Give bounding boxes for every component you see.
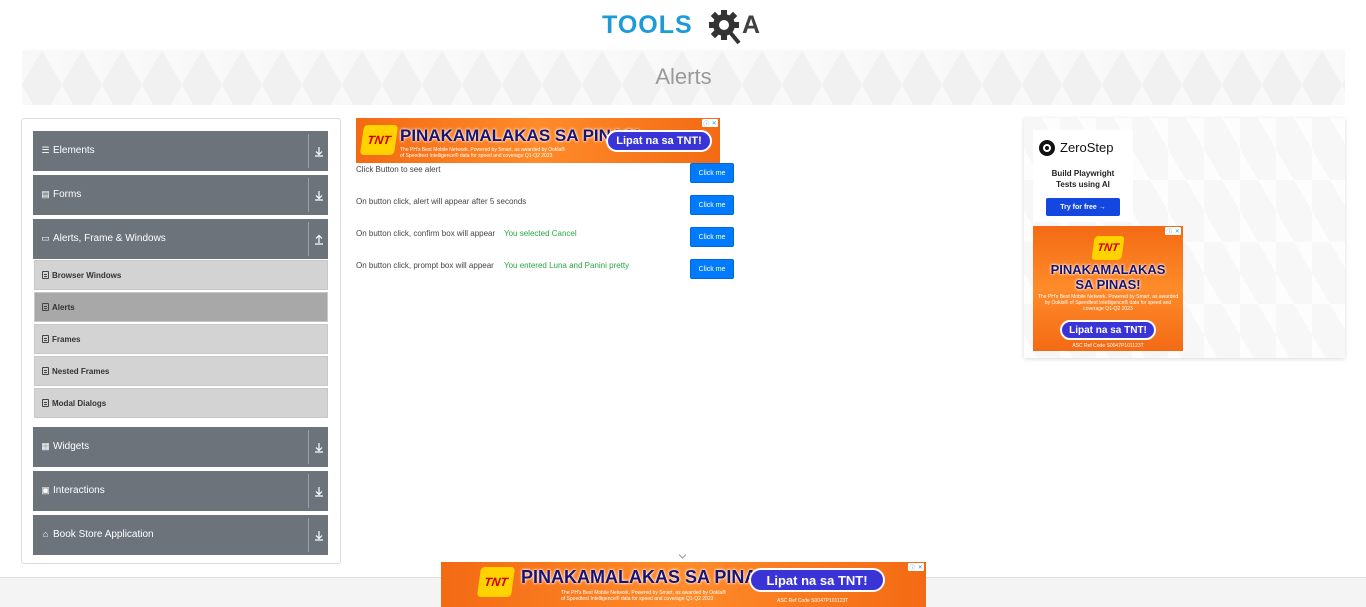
tnt-ad-bottom[interactable]: TNT PINAKAMALAKAS SA PINAS! Lipat na sa … — [441, 562, 926, 607]
ad-close-icon[interactable]: ⓘ ✕ — [908, 563, 924, 572]
sidebar-group-book-store-application[interactable]: ⌂ Book Store Application — [33, 515, 328, 555]
tnt-ad-cta-button[interactable]: Lipat na sa TNT! — [749, 568, 885, 592]
expand-arrow-icon[interactable] — [313, 484, 325, 498]
sidebar-item-nested-frames[interactable]: Nested Frames — [34, 356, 328, 386]
zerostep-tagline: Build Playwright Tests using AI — [1051, 169, 1115, 189]
alert-row-label-1: Click Button to see alert — [356, 165, 441, 174]
collapse-arrow-icon[interactable] — [313, 232, 325, 246]
sidebar: ☰ Elements ▤ Forms ▭ Alerts, Frame & Win… — [21, 118, 341, 564]
chevron-down-icon[interactable] — [678, 553, 687, 560]
tnt-ad-cta-button[interactable]: Lipat na sa TNT! — [1060, 320, 1156, 340]
alert-row-label-3: On button click, confirm box will appear — [356, 229, 496, 238]
sidebar-group-label: Alerts, Frame & Windows — [53, 233, 166, 244]
expand-arrow-icon[interactable] — [313, 528, 325, 542]
sidebar-item-browser-windows[interactable]: Browser Windows — [34, 260, 328, 290]
tnt-logo: TNT — [359, 125, 399, 155]
prompt-result: You entered Luna and Panini pretty — [504, 261, 630, 270]
list-icon — [42, 303, 49, 311]
zerostep-cta-button[interactable]: Try for free → — [1046, 198, 1120, 216]
page-banner: Alerts — [22, 50, 1345, 105]
list-icon — [42, 271, 49, 279]
sidebar-item-frames[interactable]: Frames — [34, 324, 328, 354]
expand-arrow-icon[interactable] — [313, 188, 325, 202]
alert-button[interactable]: Click me — [690, 163, 734, 183]
confirm-button[interactable]: Click me — [690, 227, 734, 247]
divider — [308, 178, 309, 212]
alert-row-label-2: On button click, alert will appear after… — [356, 197, 527, 206]
sidebar-item-label: Modal Dialogs — [52, 399, 107, 408]
sidebar-group-label: Forms — [53, 189, 82, 200]
widgets-icon: ▦ — [41, 440, 50, 451]
toolsqa-logo[interactable]: TOOLS A — [602, 8, 767, 46]
timer-alert-button[interactable]: Click me — [690, 195, 734, 215]
tnt-ad-headline-line2: SA PINAS! — [1075, 277, 1141, 292]
list-icon — [42, 399, 49, 407]
expand-arrow-icon[interactable] — [313, 440, 325, 454]
gear-icon — [709, 10, 741, 45]
expand-arrow-icon[interactable] — [313, 144, 325, 158]
ad-close-icon[interactable]: ⓘ ✕ — [702, 119, 718, 128]
tnt-logo: TNT — [476, 567, 516, 597]
zerostep-name: ZeroStep — [1060, 140, 1114, 155]
menu-icon: ☰ — [41, 144, 50, 155]
divider — [308, 222, 309, 256]
sidebar-group-widgets[interactable]: ▦ Widgets — [33, 427, 328, 467]
sidebar-item-modal-dialogs[interactable]: Modal Dialogs — [34, 388, 328, 418]
sidebar-group-alerts-frame-windows[interactable]: ▭ Alerts, Frame & Windows — [33, 219, 328, 259]
alert-row-label-4: On button click, prompt box will appear — [356, 261, 494, 270]
divider — [308, 430, 309, 464]
ad-close-icon[interactable]: ⓘ ✕ — [1165, 227, 1181, 236]
sidebar-group-forms[interactable]: ▤ Forms — [33, 175, 328, 215]
divider — [308, 474, 309, 508]
tnt-ad-side[interactable]: TNT PINAKAMALAKAS SA PINAS! The PH's Bes… — [1033, 226, 1183, 351]
list-icon — [42, 367, 49, 375]
sidebar-group-label: Widgets — [53, 441, 90, 452]
divider — [308, 518, 309, 552]
list-icon — [42, 335, 49, 343]
divider — [308, 134, 309, 168]
tnt-ad-top[interactable]: TNT PINAKAMALAKAS SA PINAS! Lipat na sa … — [356, 118, 720, 163]
sidebar-item-alerts[interactable]: Alerts — [34, 292, 328, 322]
logo-letter-a: A — [742, 11, 761, 39]
tnt-ad-headline: PINAKAMALAKAS SA PINAS! — [400, 126, 641, 145]
sidebar-group-label: Elements — [53, 145, 95, 156]
sidebar-group-label: Interactions — [53, 485, 105, 496]
tnt-ad-ref-code: ASC Ref Code S0047P101123T — [1072, 343, 1144, 349]
form-icon: ▤ — [41, 188, 50, 199]
tnt-ad-ref-code: ASC Ref Code S0047P101123T — [777, 598, 849, 604]
prompt-button[interactable]: Click me — [690, 259, 734, 279]
sidebar-item-label: Alerts — [52, 303, 75, 312]
sidebar-item-label: Browser Windows — [52, 271, 122, 280]
interactions-icon: ▣ — [41, 484, 50, 495]
zerostep-ad[interactable]: ZeroStep Build Playwright Tests using AI… — [1033, 130, 1133, 222]
tnt-ad-fine-print-line2: of Speedtest Intelligence® data for spee… — [400, 153, 553, 159]
logo-text: TOOLS — [602, 11, 693, 39]
bookstore-icon: ⌂ — [42, 529, 49, 539]
window-icon: ▭ — [41, 232, 50, 243]
tnt-ad-fine-print-line2: of Speedtest Intelligence® data for spee… — [561, 596, 714, 602]
sidebar-item-label: Nested Frames — [52, 367, 110, 376]
sidebar-group-label: Book Store Application — [53, 529, 154, 540]
sidebar-item-label: Frames — [52, 335, 81, 344]
sidebar-group-interactions[interactable]: ▣ Interactions — [33, 471, 328, 511]
sidebar-group-elements[interactable]: ☰ Elements — [33, 131, 328, 171]
tnt-ad-headline: PINAKAMALAKAS SA PINAS! — [521, 567, 776, 587]
tnt-ad-headline-line1: PINAKAMALAKAS — [1050, 262, 1166, 277]
tnt-logo: TNT — [1091, 236, 1125, 260]
tnt-ad-fine-print: The PH's Best Mobile Network. Powered by… — [1037, 294, 1179, 312]
tnt-ad-cta-button[interactable]: Lipat na sa TNT! — [606, 130, 712, 152]
confirm-result: You selected Cancel — [504, 229, 577, 238]
page-title: Alerts — [655, 64, 712, 89]
zerostep-logo-icon — [1039, 140, 1055, 156]
